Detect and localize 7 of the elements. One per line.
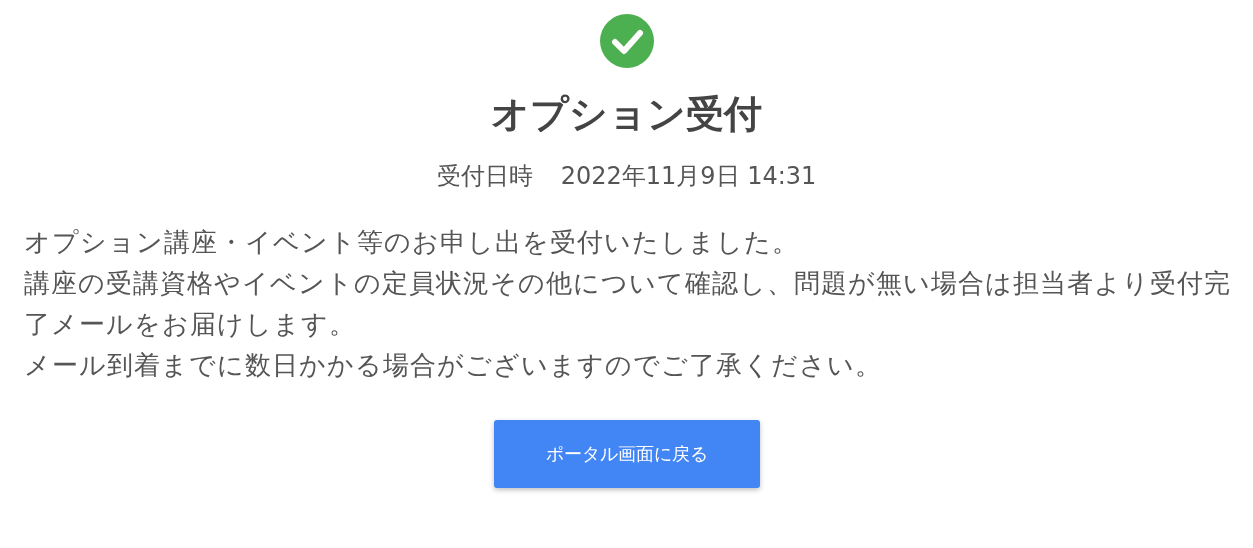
back-to-portal-button[interactable]: ポータル画面に戻る xyxy=(493,419,760,488)
date-label: 受付日時 xyxy=(436,160,533,192)
message-text: 講座の受講資格やイベントの定員状況その他について確認し、問題が無い場合は担当者より受付完了メールをお届けします。 xyxy=(24,266,1232,341)
date-value: 2022年11月9日 14:31 xyxy=(560,160,817,192)
message-text: オプション講座・イベント等のお申し出を受付いたしました。 xyxy=(24,225,800,259)
message-text: メール到着までに数日かかる場合がございますのでご了承ください。 xyxy=(24,348,883,382)
page-title: オプション受付 xyxy=(491,92,762,138)
